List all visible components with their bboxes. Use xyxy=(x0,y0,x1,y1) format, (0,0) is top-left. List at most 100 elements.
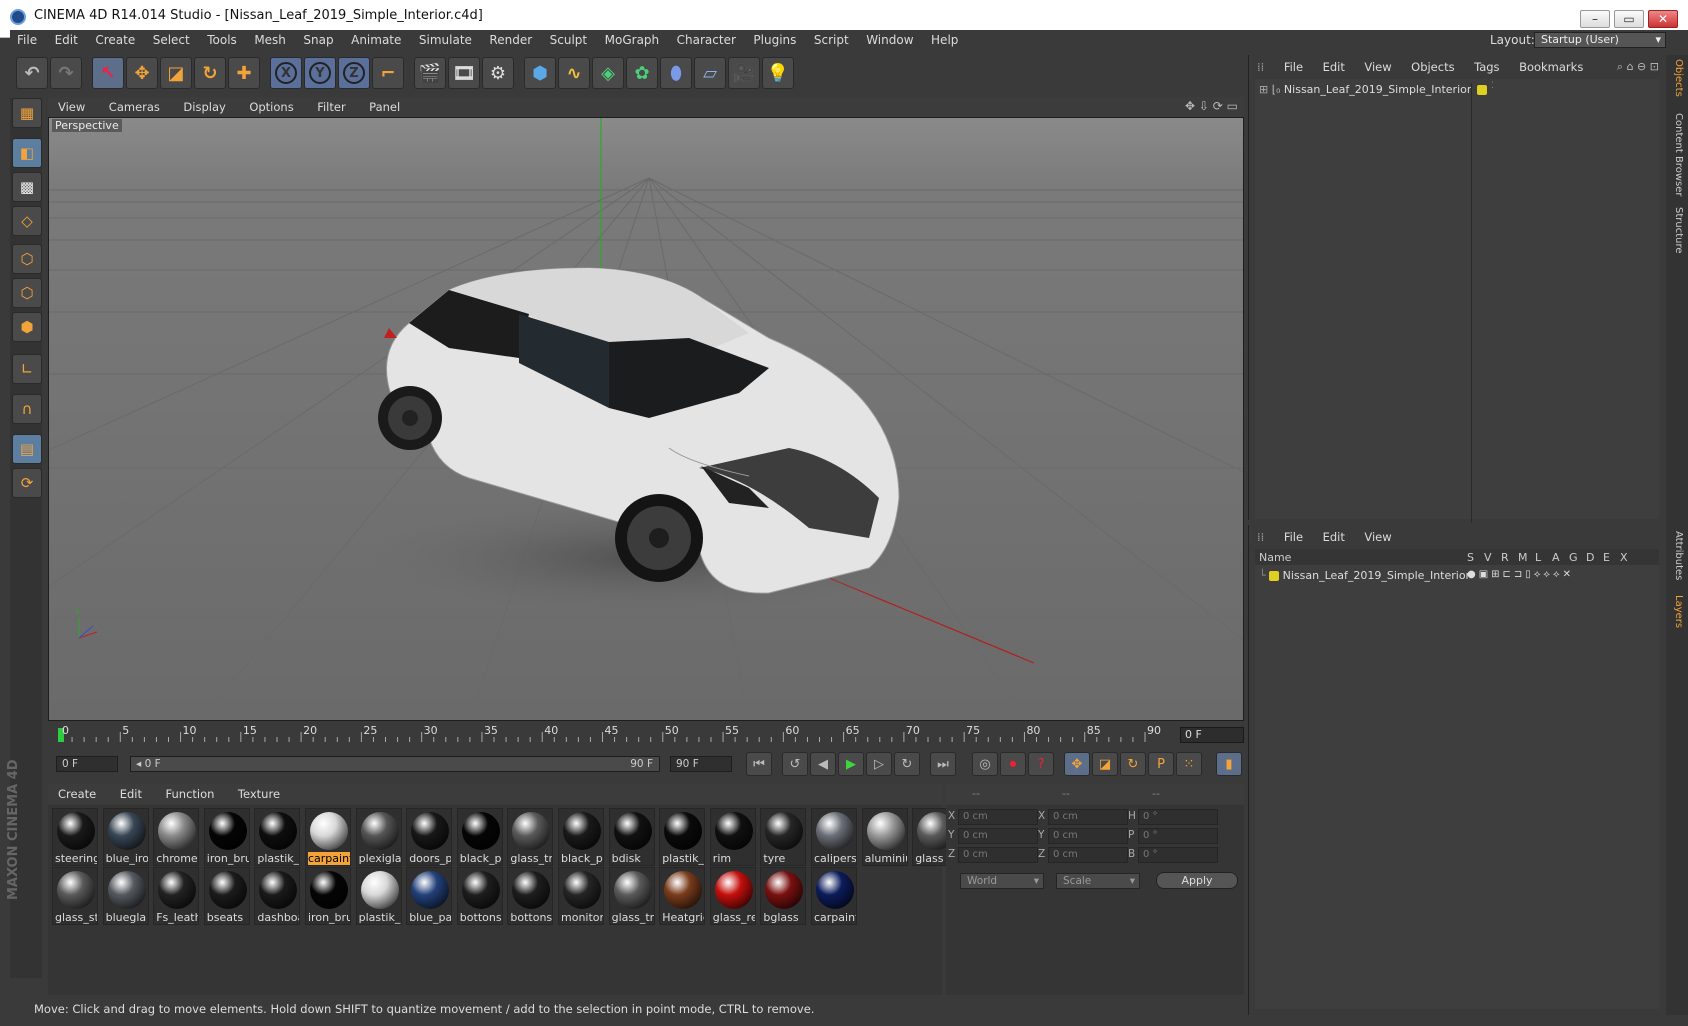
autokey-icon[interactable]: ⏺ xyxy=(1000,752,1026,776)
material-swatch[interactable]: monitor xyxy=(558,867,604,925)
timeline-ruler[interactable]: 0 5 10 15 20 25 30 35 40 45 50 55 60 65 70 75 80 85 90 xyxy=(48,724,1168,746)
material-menu-edit[interactable]: Edit xyxy=(110,784,152,801)
layer-color-swatch[interactable] xyxy=(1477,85,1487,95)
next-frame-icon[interactable]: ▷ xyxy=(866,752,892,776)
material-swatch[interactable]: steering xyxy=(52,808,98,866)
material-swatch[interactable]: black_p xyxy=(558,808,604,866)
material-swatch[interactable]: plastik_l xyxy=(659,808,706,866)
edges-mode-icon[interactable]: ⬡ xyxy=(12,278,42,308)
viewport-menu-filter[interactable]: Filter xyxy=(307,97,355,114)
objects-menu-edit[interactable]: Edit xyxy=(1315,57,1353,74)
material-swatch[interactable]: plastik_ xyxy=(254,808,301,866)
maximize-button[interactable]: ▭ xyxy=(1614,10,1644,28)
menu-help[interactable]: Help xyxy=(924,30,965,50)
material-swatch[interactable]: Heatgrid xyxy=(659,867,706,925)
visibility-dots-icon[interactable]: ⁚ xyxy=(1491,81,1494,91)
menu-mesh[interactable]: Mesh xyxy=(247,30,293,50)
search-icon[interactable]: ⌕ ⌂ ⊖ ⊡ xyxy=(1617,60,1659,74)
object-row[interactable]: ⊞ ⌊₀ Nissan_Leaf_2019_Simple_Interior ⁚ xyxy=(1259,81,1659,523)
camera-icon[interactable]: 🎥 xyxy=(728,57,760,89)
layer-col-header[interactable]: L xyxy=(1535,551,1541,564)
material-swatch[interactable]: glass_tr xyxy=(608,867,655,925)
viewport-menu-view[interactable]: View xyxy=(48,97,95,114)
material-menu-create[interactable]: Create xyxy=(48,784,106,801)
scale-tool-icon[interactable]: ◪ xyxy=(160,57,192,89)
cube-primitive-icon[interactable]: ⬢ xyxy=(524,57,556,89)
coord-value-field[interactable]: 0 ° xyxy=(1138,828,1218,844)
tab-attributes[interactable]: Attributes xyxy=(1673,531,1684,580)
timeline-window-icon[interactable]: ▮ xyxy=(1216,752,1242,776)
layer-color-swatch[interactable] xyxy=(1269,571,1280,581)
material-swatch[interactable]: bseats xyxy=(203,867,250,925)
material-swatch[interactable]: bottons xyxy=(507,867,554,925)
menu-mograph[interactable]: MoGraph xyxy=(598,30,667,50)
subdivision-surface-icon[interactable]: ◈ xyxy=(592,57,624,89)
viewport-menu-panel[interactable]: Panel xyxy=(359,97,410,114)
layer-toggle-icons[interactable]: ●▣⊞⊏⊐▯⟡⟡⟡✕ xyxy=(1467,569,1574,580)
key-parameter-icon[interactable]: P xyxy=(1148,752,1174,776)
layer-col-header[interactable]: G xyxy=(1569,551,1578,564)
end-frame-field[interactable]: 90 F xyxy=(670,756,732,772)
layer-col-header[interactable]: R xyxy=(1501,551,1509,564)
points-mode-icon[interactable]: ⬡ xyxy=(12,244,42,274)
menu-script[interactable]: Script xyxy=(807,30,856,50)
coord-value-field[interactable]: 0 ° xyxy=(1138,809,1218,825)
menu-simulate[interactable]: Simulate xyxy=(412,30,479,50)
menu-tools[interactable]: Tools xyxy=(200,30,244,50)
floor-icon[interactable]: ▱ xyxy=(694,57,726,89)
menu-window[interactable]: Window xyxy=(859,30,920,50)
previous-key-icon[interactable]: ↺ xyxy=(782,752,808,776)
workplane-mode-icon[interactable]: ◇ xyxy=(12,206,42,236)
y-axis-lock-button[interactable]: Y xyxy=(304,57,336,89)
layer-col-header[interactable]: M xyxy=(1518,551,1528,564)
objects-menu-objects[interactable]: Objects xyxy=(1403,57,1462,74)
material-swatch[interactable]: doors_p xyxy=(406,808,453,866)
render-picture-viewer-icon[interactable]: 🎞 xyxy=(448,57,480,89)
model-mode-icon[interactable]: ◧ xyxy=(12,138,42,168)
material-swatch[interactable]: black_p xyxy=(456,808,503,866)
material-swatch[interactable]: rim xyxy=(709,808,756,866)
material-swatch[interactable]: carpaint xyxy=(305,808,351,866)
material-swatch[interactable]: aluminiu xyxy=(861,808,908,866)
rotate-tool-icon[interactable]: ↻ xyxy=(194,57,226,89)
texture-mode-icon[interactable]: ▩ xyxy=(12,172,42,202)
render-view-icon[interactable]: 🎬 xyxy=(414,57,446,89)
snap-magnet-icon[interactable]: ∩ xyxy=(12,394,42,424)
material-swatch[interactable]: blue_pa xyxy=(406,867,453,925)
layer-col-header[interactable]: A xyxy=(1552,551,1560,564)
viewport-menu-options[interactable]: Options xyxy=(239,97,303,114)
tab-layers[interactable]: Layers xyxy=(1673,595,1684,628)
layers-menu-file[interactable]: File xyxy=(1276,527,1311,544)
material-swatch[interactable]: dashboa xyxy=(254,867,301,925)
menu-render[interactable]: Render xyxy=(482,30,539,50)
coord-value-field[interactable]: 0 cm xyxy=(1048,809,1128,825)
coordinate-mode-dropdown[interactable]: World ▾ xyxy=(960,873,1044,889)
coordinate-system-icon[interactable]: ⌐ xyxy=(372,57,404,89)
material-swatch[interactable]: carpaint xyxy=(811,867,857,925)
material-swatch[interactable]: bglass xyxy=(760,867,807,925)
frame-range-slider[interactable]: ◂ 0 F 90 F xyxy=(130,756,660,772)
coord-value-field[interactable]: 0 ° xyxy=(1138,847,1218,863)
play-icon[interactable]: ▶ xyxy=(838,752,864,776)
go-to-end-icon[interactable]: ⏭ xyxy=(930,752,956,776)
layer-name[interactable]: Nissan_Leaf_2019_Simple_Interior xyxy=(1283,569,1470,582)
material-swatch[interactable]: bdisk xyxy=(608,808,655,866)
cloner-icon[interactable]: ✿ xyxy=(626,57,658,89)
material-swatch[interactable]: glass_st xyxy=(52,867,98,925)
coord-value-field[interactable]: 0 cm xyxy=(1048,828,1128,844)
layout-dropdown[interactable]: Startup (User) ▾ xyxy=(1534,32,1666,48)
live-selection-icon[interactable]: ↖ xyxy=(92,57,124,89)
material-menu-function[interactable]: Function xyxy=(156,784,225,801)
close-button[interactable]: ✕ xyxy=(1648,10,1678,28)
tab-structure[interactable]: Structure xyxy=(1673,207,1684,254)
material-swatch[interactable]: plexigla xyxy=(355,808,402,866)
key-position-icon[interactable]: ✥ xyxy=(1064,752,1090,776)
z-axis-lock-button[interactable]: Z xyxy=(338,57,370,89)
apply-button[interactable]: Apply xyxy=(1156,872,1238,889)
layer-col-header[interactable]: V xyxy=(1484,551,1492,564)
objects-menu-file[interactable]: File xyxy=(1276,57,1311,74)
layer-col-header[interactable]: D xyxy=(1586,551,1594,564)
keyframe-selection-icon[interactable]: ? xyxy=(1028,752,1054,776)
objects-menu-view[interactable]: View xyxy=(1356,57,1399,74)
menu-sculpt[interactable]: Sculpt xyxy=(543,30,594,50)
